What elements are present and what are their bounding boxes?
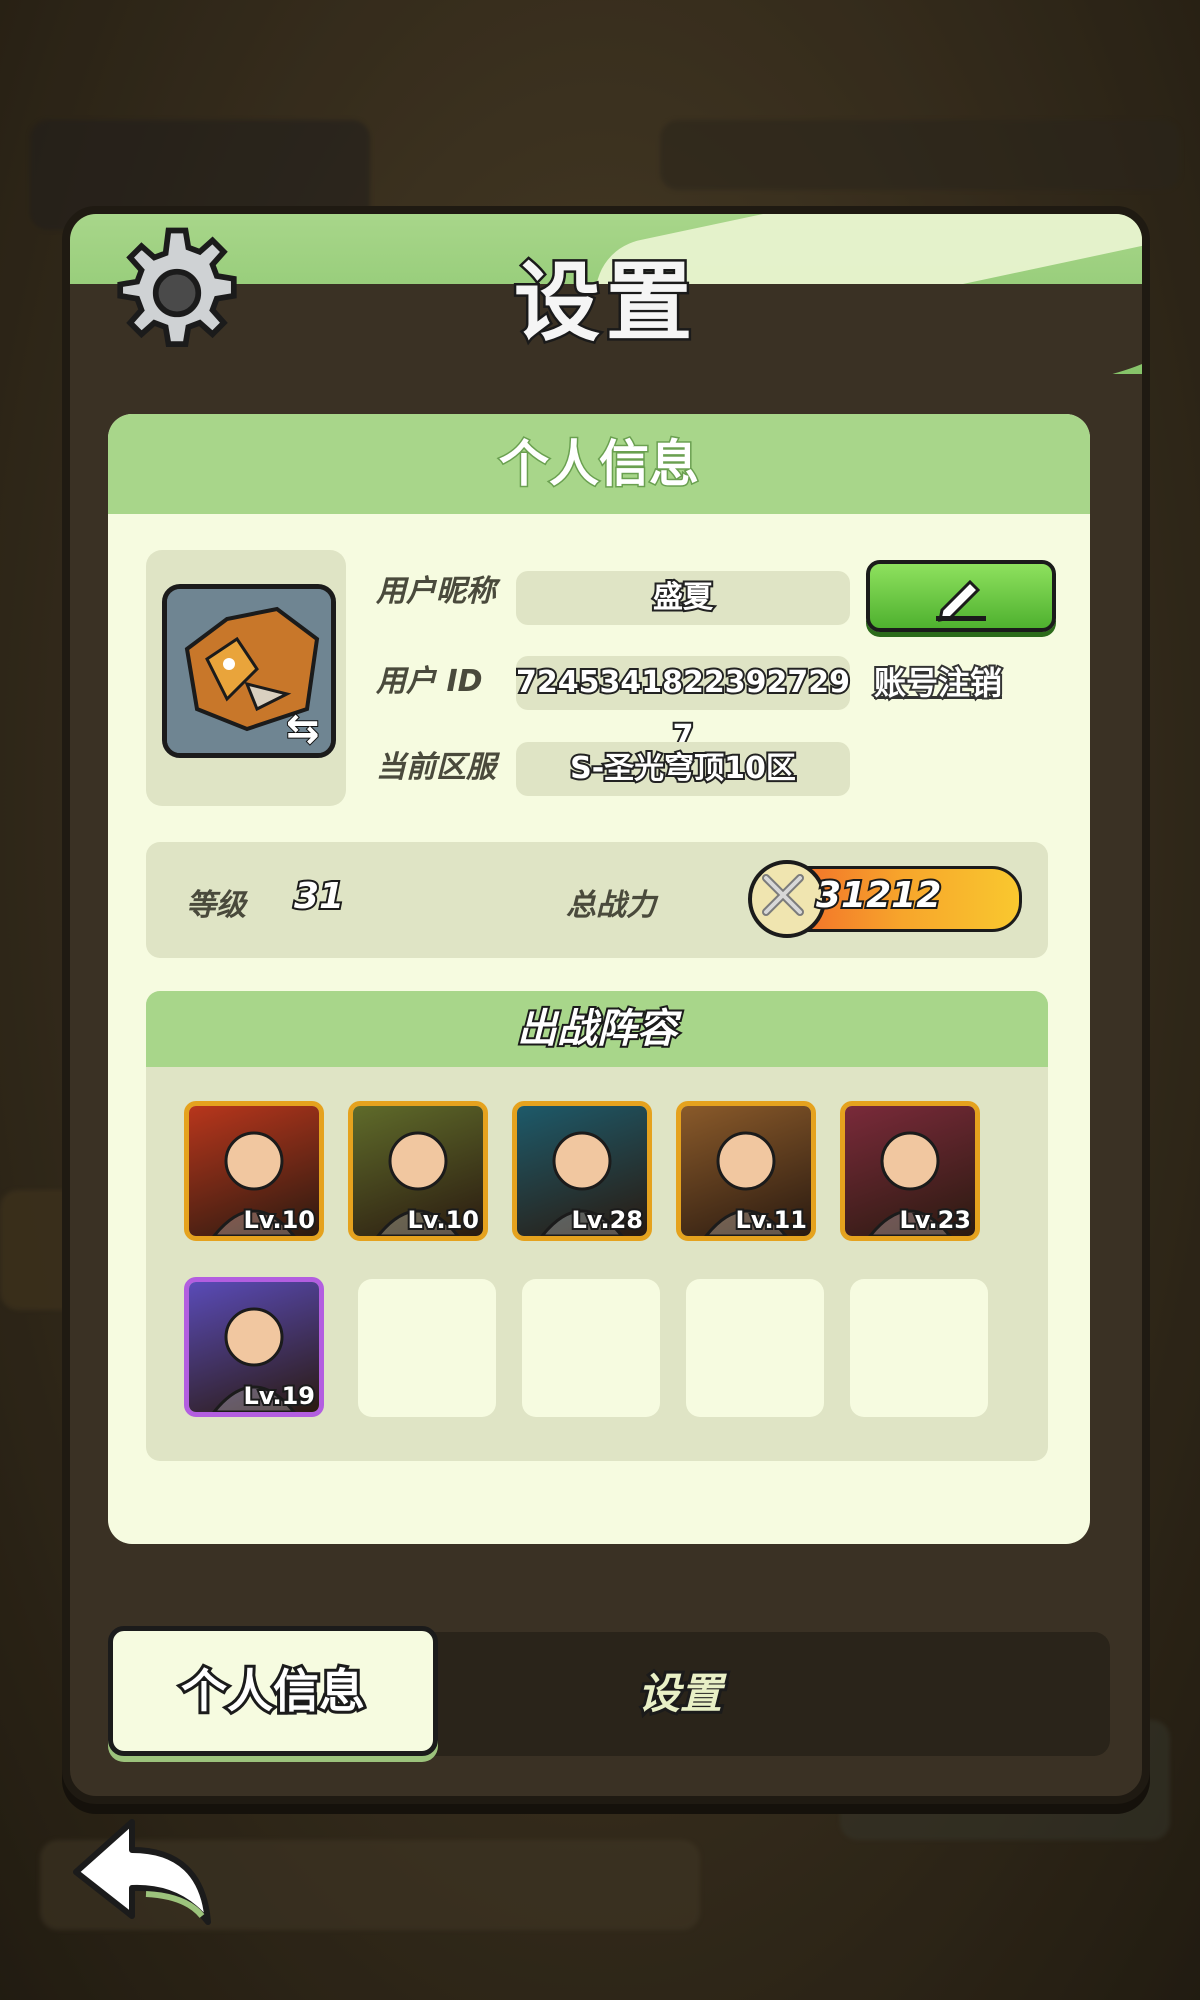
pencil-icon (936, 579, 986, 622)
back-arrow-icon[interactable] (62, 1812, 218, 1936)
avatar-container[interactable]: ⇆ (146, 550, 346, 806)
empty-hero-slot[interactable] (686, 1279, 824, 1417)
empty-hero-slot[interactable] (522, 1279, 660, 1417)
user-id-value: 7245341822392729​7 (514, 656, 852, 756)
lineup-title: 出战阵容 (146, 991, 1048, 1067)
hero-slot-1[interactable]: Lv.10 (184, 1101, 324, 1241)
hero-level: Lv.19 (242, 1380, 317, 1412)
hero-level: Lv.11 (734, 1204, 809, 1236)
empty-hero-slot[interactable] (358, 1279, 496, 1417)
profile-card: 个人信息 ⇆ 用户昵称 盛夏 用户 ID 724534182239272 (108, 414, 1090, 1544)
nickname-value: 盛夏 (516, 571, 850, 625)
stats-row: 等级 31 总战力 31212 (146, 842, 1048, 958)
server-value: S-圣光穹顶10区 (516, 742, 850, 796)
hero-slot-2[interactable]: Lv.10 (348, 1101, 488, 1241)
lineup-section: 出战阵容 Lv.10 Lv.10 Lv.28 Lv.11 Lv.23 Lv.19 (146, 991, 1048, 1461)
hero-slot-5[interactable]: Lv.23 (840, 1101, 980, 1241)
level-label: 等级 (186, 888, 246, 923)
cancel-account-link[interactable]: 账号注销 (872, 658, 1004, 704)
hero-slot-3[interactable]: Lv.28 (512, 1101, 652, 1241)
tab-profile[interactable]: 个人信息 (108, 1626, 438, 1756)
crossed-swords-icon (748, 860, 826, 938)
level-value: 31 (292, 874, 346, 919)
server-label: 当前区服 (376, 750, 496, 785)
power-value: 31212 (814, 873, 943, 918)
hero-slot-4[interactable]: Lv.11 (676, 1101, 816, 1241)
empty-hero-slot[interactable] (850, 1279, 988, 1417)
user-id-label: 用户 ID (376, 664, 483, 699)
hero-level: Lv.10 (242, 1204, 317, 1236)
hero-slot-6[interactable]: Lv.19 (184, 1277, 324, 1417)
dialog-title: 设置 (512, 251, 698, 356)
profile-section-title: 个人信息 (108, 414, 1090, 514)
settings-panel: 设置 个人信息 ⇆ 用户昵称 盛夏 用户 ID 7245341822392729… (62, 206, 1150, 1804)
power-label: 总战力 (566, 888, 656, 923)
edit-nickname-button[interactable] (866, 560, 1056, 632)
hero-level: Lv.28 (570, 1204, 645, 1236)
nickname-label: 用户昵称 (376, 574, 496, 609)
hero-level: Lv.10 (406, 1204, 481, 1236)
tab-settings[interactable]: 设置 (550, 1632, 810, 1756)
swap-avatar-icon[interactable]: ⇆ (285, 705, 320, 753)
hero-level: Lv.23 (898, 1204, 973, 1236)
